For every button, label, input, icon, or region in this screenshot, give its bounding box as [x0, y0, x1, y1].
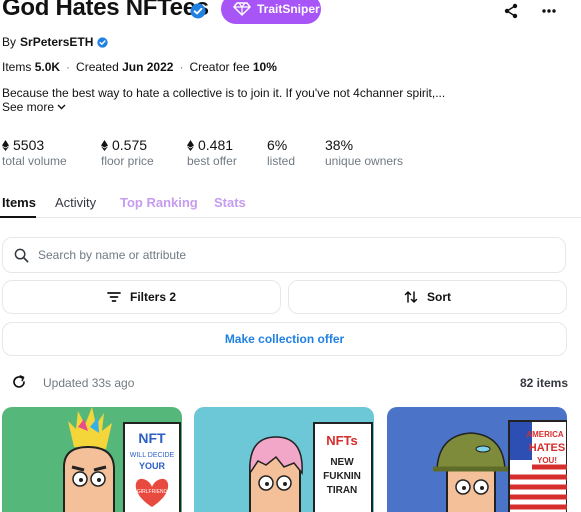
- results-status-row: Updated 33s ago 82 items: [0, 373, 581, 393]
- see-more-button[interactable]: See more: [2, 100, 66, 114]
- stat-value: 0.575: [112, 137, 148, 153]
- sort-label: Sort: [427, 290, 451, 304]
- more-options-icon[interactable]: [541, 8, 557, 14]
- stat-label: best offer: [187, 154, 237, 168]
- eth-icon: [187, 139, 194, 151]
- chevron-down-icon: [57, 104, 66, 110]
- sign-text: HATES: [529, 442, 565, 454]
- eth-icon: [101, 139, 108, 151]
- stat-value: 6%: [267, 137, 288, 153]
- sign-text: YOU!: [537, 456, 557, 465]
- diamond-icon: [233, 2, 251, 16]
- see-more-label: See more: [2, 100, 55, 114]
- sign-text: YOUR: [139, 461, 166, 471]
- stat-value: 38%: [325, 137, 354, 153]
- tab-stats[interactable]: Stats: [214, 195, 246, 210]
- items-value: 5.0K: [34, 60, 61, 74]
- nft-card[interactable]: NFTs NEW FUKNIN TIRAN: [194, 407, 374, 512]
- sort-button[interactable]: Sort: [288, 280, 567, 314]
- stat-value: 5503: [13, 137, 45, 153]
- creator-fee-value: 10%: [252, 60, 277, 74]
- creator-fee-label: Creator fee: [189, 60, 250, 74]
- search-placeholder: Search by name or attribute: [38, 248, 187, 262]
- creator-verified-icon: [97, 36, 109, 48]
- stat-floor-price[interactable]: 0.575 floor price: [101, 137, 154, 168]
- collection-tabs: Items Activity Top Ranking Stats: [0, 188, 581, 218]
- verified-badge-icon: [190, 3, 206, 19]
- traitsniper-label: TraitSniper: [257, 2, 320, 16]
- item-count: 82 items: [519, 376, 568, 390]
- sign-text: FUKNIN: [323, 471, 361, 482]
- stat-value: 0.481: [198, 137, 234, 153]
- filters-label: Filters 2: [129, 290, 177, 304]
- updated-time: Updated 33s ago: [43, 376, 135, 390]
- refresh-icon[interactable]: [12, 375, 26, 389]
- by-prefix: By: [2, 35, 17, 49]
- sign-text: WILL DECIDE: [130, 452, 175, 459]
- search-icon: [14, 248, 29, 262]
- stat-best-offer[interactable]: 0.481 best offer: [187, 137, 237, 168]
- creator-link[interactable]: SrPetersETH: [20, 35, 93, 49]
- sort-icon: [404, 291, 418, 303]
- nft-image: NFTs NEW FUKNIN TIRAN: [249, 422, 373, 512]
- eth-icon: [2, 139, 9, 151]
- traitsniper-button[interactable]: TraitSniper: [221, 0, 321, 24]
- stat-label: floor price: [101, 154, 154, 168]
- collection-meta: Items 5.0K · Created Jun 2022 · Creator fee …: [2, 60, 277, 74]
- tab-items[interactable]: Items: [2, 195, 36, 210]
- stat-label: listed: [267, 154, 296, 168]
- collection-title: God Hates NFTees: [2, 0, 209, 21]
- active-tab-indicator: [0, 216, 36, 218]
- nft-card[interactable]: NFT WILL DECIDE YOUR GIRLFRIEND: [2, 407, 182, 512]
- make-collection-offer-button[interactable]: Make collection offer: [2, 322, 567, 356]
- created-value: Jun 2022: [122, 60, 174, 74]
- items-label: Items: [2, 60, 32, 74]
- sign-text: NFT: [138, 430, 166, 446]
- sign-text: GIRLFRIEND: [137, 489, 168, 495]
- nft-card[interactable]: AMERICA HATES YOU!: [387, 407, 567, 512]
- nft-image: AMERICA HATES YOU!: [433, 420, 567, 512]
- tab-top-ranking[interactable]: Top Ranking: [120, 195, 198, 210]
- creator-byline: By SrPetersETH: [2, 35, 109, 49]
- share-icon[interactable]: [503, 3, 519, 19]
- collection-description: Because the best way to hate a collectiv…: [2, 86, 446, 100]
- sign-text: TIRAN: [327, 485, 358, 496]
- stat-label: total volume: [2, 154, 67, 168]
- sign-text: NFTs: [326, 433, 358, 448]
- sign-text: AMERICA: [526, 430, 564, 439]
- stat-listed[interactable]: 6% listed: [267, 137, 295, 168]
- sign-text: NEW: [330, 457, 354, 468]
- filter-icon: [107, 292, 121, 302]
- stat-total-volume[interactable]: 5503 total volume: [2, 137, 67, 168]
- collection-header: God Hates NFTees TraitSniper: [0, 0, 581, 34]
- search-input[interactable]: Search by name or attribute: [2, 237, 566, 273]
- stat-unique-owners[interactable]: 38% unique owners: [325, 137, 403, 168]
- nft-image: NFT WILL DECIDE YOUR GIRLFRIEND: [63, 407, 181, 512]
- created-label: Created: [76, 60, 119, 74]
- filters-button[interactable]: Filters 2: [2, 280, 281, 314]
- stat-label: unique owners: [325, 154, 404, 168]
- tab-activity[interactable]: Activity: [55, 195, 96, 210]
